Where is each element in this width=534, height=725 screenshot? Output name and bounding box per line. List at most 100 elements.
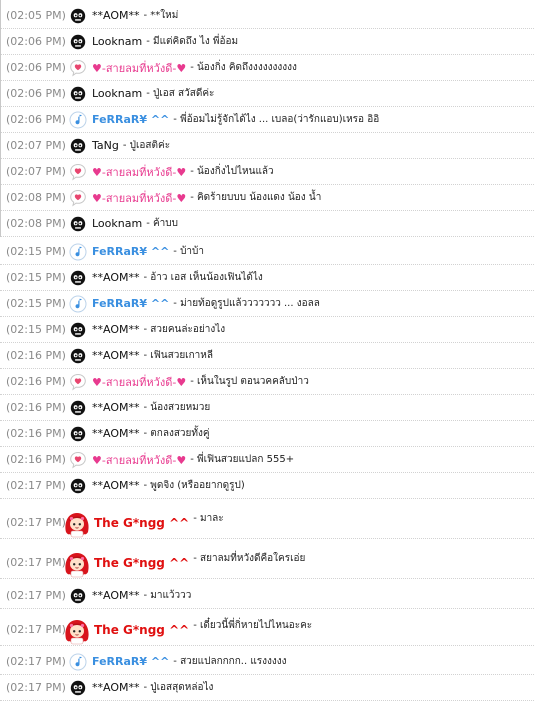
message-text: - อ้าว เอส เห็นน้องเฟินได้ไง (143, 272, 263, 283)
message-timestamp: (02:07 PM) (6, 165, 66, 178)
skull-icon (68, 586, 88, 606)
chat-message-row: (02:08 PM) Looknam - ค้าบบ (0, 211, 534, 237)
username-link[interactable]: FeRRaR¥ ^^ (92, 655, 169, 668)
chat-message-row: (02:15 PM) **AOM** - สวยคนล่ะอย่างไง (0, 317, 534, 343)
chat-message-row: (02:06 PM) FeRRaR¥ ^^ - พี่อ้อมไม่รู้จักได… (0, 107, 534, 133)
message-timestamp: (02:17 PM) (6, 556, 66, 569)
message-text: - พี่อ้อมไม่รู้จักได้ไง ... เบลอ(ว่ารักแ… (173, 114, 380, 125)
username-link[interactable]: TaNg (92, 139, 119, 152)
skull-icon (68, 398, 88, 418)
skull-icon (68, 424, 88, 444)
message-text: - มาแว้ววว (143, 590, 192, 601)
message-timestamp: (02:07 PM) (6, 139, 66, 152)
username-link[interactable]: **AOM** (92, 323, 139, 336)
message-timestamp: (02:15 PM) (6, 297, 66, 310)
red-hair-girl-avatar (64, 615, 90, 645)
chat-message-row: (02:06 PM) Looknam - ปู่เอส สวัสดีค่ะ (0, 81, 534, 107)
heart-bubble-icon (68, 58, 88, 78)
message-text: - สวยคนล่ะอย่างไง (143, 324, 226, 335)
username-link[interactable]: ♥-สายลมที่หวังดี-♥ (92, 451, 186, 469)
chat-message-row: (02:16 PM) **AOM** - น้องสวยหมวย (0, 395, 534, 421)
message-timestamp: (02:17 PM) (6, 516, 66, 529)
username-link[interactable]: **AOM** (92, 427, 139, 440)
chat-log: (02:05 PM) **AOM** - **ใหม่ (02:06 PM) Lookn… (0, 0, 534, 725)
chat-message-row: (02:15 PM) **AOM** - อ้าว เอส เห็นน้องเฟิน… (0, 265, 534, 291)
message-timestamp: (02:17 PM) (6, 681, 66, 694)
message-text: - สวยแปลกกกก.. แรงงงงง (173, 656, 287, 667)
username-link[interactable]: ♥-สายลมที่หวังดี-♥ (92, 189, 186, 207)
message-text: - น้องกิ่ง คิดถึงงงงงงงงงง (190, 62, 297, 73)
username-link[interactable]: FeRRaR¥ ^^ (92, 113, 169, 126)
heart-bubble-icon (68, 450, 88, 470)
chat-message-row: (02:07 PM) TaNg - ปู่เอสติค่ะ (0, 133, 534, 159)
message-timestamp: (02:16 PM) (6, 401, 66, 414)
message-text: - บ้าบ้า (173, 246, 204, 257)
red-hair-girl-avatar (64, 508, 90, 538)
username-link[interactable]: ♥-สายลมที่หวังดี-♥ (92, 59, 186, 77)
chat-message-row: (02:16 PM) ♥-สายลมที่หวังดี-♥ - พี่เฟินสวย… (0, 447, 534, 473)
message-text: - เดี๋ยวนี้พี่กิ่หายไปไหนอะคะ (193, 620, 313, 631)
message-text: - ม่ายท้อดูรูปแล้ววววววว ... งอลล (173, 298, 320, 309)
message-text: - พูดจิง (หรืออยากดูรูป) (143, 480, 245, 491)
message-text: - ค้าบบ (146, 218, 178, 229)
chat-message-row: (02:17 PM) The G*ngg ^^ - มาละ (0, 507, 534, 539)
message-timestamp: (02:16 PM) (6, 375, 66, 388)
skull-icon (68, 84, 88, 104)
message-text: - ตกลงสวยทั้งคู่ (143, 428, 210, 439)
username-link[interactable]: **AOM** (92, 589, 139, 602)
message-timestamp: (02:17 PM) (6, 589, 66, 602)
skull-icon (68, 678, 88, 698)
message-text: - น้องสวยหมวย (143, 402, 211, 413)
message-text: - น้องกิ่งไปไหนแล้ว (190, 166, 274, 177)
username-link[interactable]: The G*ngg ^^ (94, 516, 189, 530)
username-link[interactable]: **AOM** (92, 9, 139, 22)
message-timestamp: (02:06 PM) (6, 35, 66, 48)
message-timestamp: (02:16 PM) (6, 349, 66, 362)
message-timestamp: (02:17 PM) (6, 623, 66, 636)
message-text: - **ใหม่ (143, 10, 179, 21)
username-link[interactable]: FeRRaR¥ ^^ (92, 245, 169, 258)
username-link[interactable]: The G*ngg ^^ (94, 556, 189, 570)
username-link[interactable]: ♥-สายลมที่หวังดี-♥ (92, 373, 186, 391)
username-link[interactable]: Looknam (92, 87, 142, 100)
message-timestamp: (02:15 PM) (6, 323, 66, 336)
chat-message-row: (02:17 PM) The G*ngg ^^ - เดี๋ยวนี้พี่กิ่ห… (0, 614, 534, 646)
username-link[interactable]: The G*ngg ^^ (94, 623, 189, 637)
message-timestamp: (02:06 PM) (6, 113, 66, 126)
chat-message-row: (02:17 PM) **AOM** - ปู่เอสสุดหล่อไง (0, 675, 534, 701)
music-note-icon (68, 652, 88, 672)
chat-message-row: (02:17 PM) FeRRaR¥ ^^ - สวยแปลกกกก.. แรงงง… (0, 649, 534, 675)
username-link[interactable]: FeRRaR¥ ^^ (92, 297, 169, 310)
block-divider (0, 0, 1, 237)
chat-message-row: (02:17 PM) **AOM** - พูดจิง (หรืออยากดูรูป… (0, 473, 534, 499)
message-text: - มาละ (193, 513, 224, 524)
username-link[interactable]: Looknam (92, 35, 142, 48)
username-link[interactable]: **AOM** (92, 349, 139, 362)
chat-message-row: (02:06 PM) ♥-สายลมที่หวังดี-♥ - น้องกิ่ง ค… (0, 55, 534, 81)
chat-message-row: (02:08 PM) ♥-สายลมที่หวังดี-♥ - คิดร้ายบบบ… (0, 185, 534, 211)
skull-icon (68, 136, 88, 156)
message-timestamp: (02:17 PM) (6, 479, 66, 492)
message-text: - สยาลมที่หวังดีคือใครเอ่ย (193, 553, 306, 564)
message-timestamp: (02:08 PM) (6, 191, 66, 204)
username-link[interactable]: **AOM** (92, 681, 139, 694)
message-timestamp: (02:08 PM) (6, 217, 66, 230)
music-note-icon (68, 242, 88, 262)
username-link[interactable]: **AOM** (92, 479, 139, 492)
username-link[interactable]: ♥-สายลมที่หวังดี-♥ (92, 163, 186, 181)
skull-icon (68, 476, 88, 496)
heart-bubble-icon (68, 188, 88, 208)
message-text: - เห็นในรูป ตอนวคคลับป่าว (190, 376, 309, 387)
message-text: - มีแต่คิดถึง ไง พี่อ้อม (146, 36, 239, 47)
chat-message-row: (02:16 PM) **AOM** - เฟินสวยเกาหลี (0, 343, 534, 369)
message-timestamp: (02:17 PM) (6, 655, 66, 668)
chat-message-row: (02:17 PM) The G*ngg ^^ - สยาลมที่หวังดีคื… (0, 547, 534, 579)
message-timestamp: (02:16 PM) (6, 427, 66, 440)
username-link[interactable]: **AOM** (92, 401, 139, 414)
message-timestamp: (02:15 PM) (6, 245, 66, 258)
username-link[interactable]: **AOM** (92, 271, 139, 284)
chat-message-row: (02:17 PM) **AOM** - มาแว้ววว (0, 583, 534, 609)
message-text: - คิดร้ายบบบ น้องแดง น้อง น้ำ (190, 192, 322, 203)
message-text: - พี่เฟินสวยแปลก 555+ (190, 454, 295, 465)
username-link[interactable]: Looknam (92, 217, 142, 230)
